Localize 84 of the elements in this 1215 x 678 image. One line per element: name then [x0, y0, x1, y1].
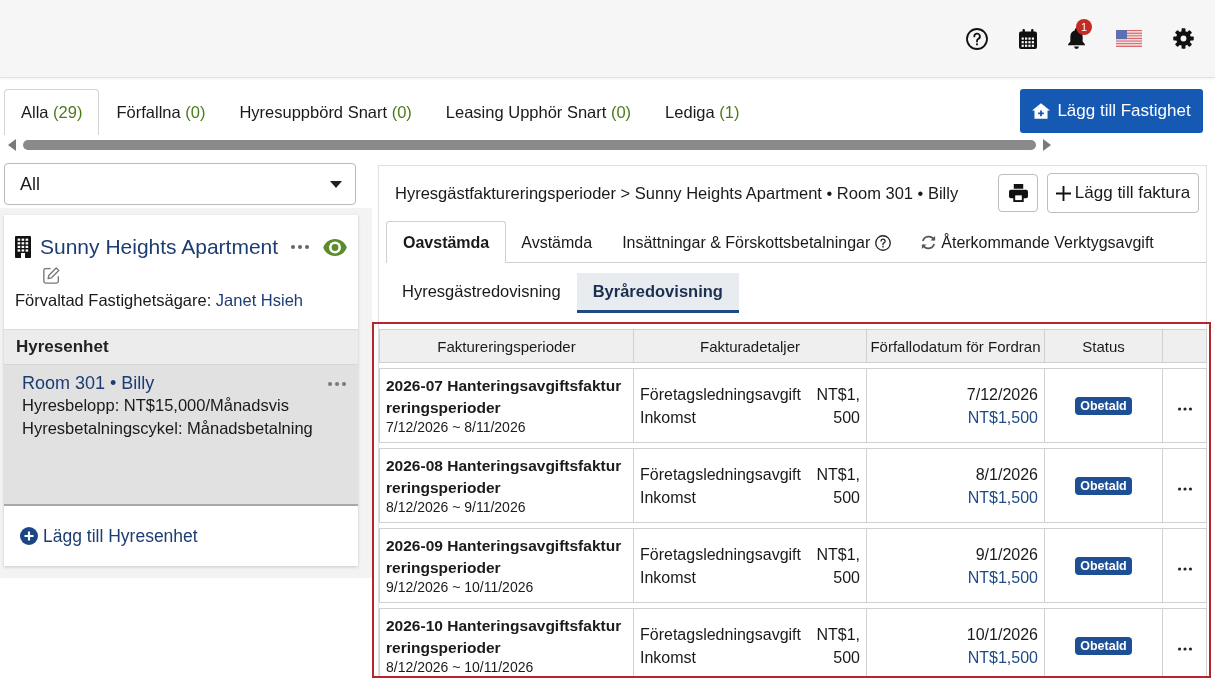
- unit-list-item[interactable]: Room 301 • Billy Hyresbelopp: NT$15,000/Månadsvis Hyresbetalningscykel: Månadsbetalning: [4, 365, 358, 504]
- scrollbar-thumb[interactable]: [23, 140, 1036, 150]
- due-amount: NT$1,500: [966, 487, 1038, 508]
- settings-icon[interactable]: [1173, 28, 1194, 49]
- filter-tab[interactable]: Leasing Upphör Snart (0): [428, 89, 649, 135]
- period-dates: 8/12/2026 ~ 9/11/2026: [386, 499, 527, 516]
- due-amount: NT$1,500: [966, 647, 1038, 668]
- payment-cycle-text: Hyresbetalningscykel: Månadsbetalning: [22, 418, 314, 439]
- add-invoice-button[interactable]: Lägg till faktura: [1047, 173, 1199, 213]
- add-unit-link[interactable]: Lägg till Hyresenhet: [20, 525, 198, 547]
- fee-type: Inkomst: [640, 487, 697, 508]
- property-name[interactable]: Sunny Heights Apartment: [40, 235, 279, 259]
- print-icon: [1008, 184, 1028, 202]
- due-date: 9/1/2026: [974, 544, 1038, 565]
- column-header: Förfallodatum för Fordran: [867, 329, 1045, 363]
- filter-dropdown[interactable]: All: [4, 163, 356, 205]
- plus-icon: [1055, 185, 1071, 201]
- fee-name: Företagsledningsavgift: [640, 544, 801, 565]
- fee-amount: NT$1,500: [815, 624, 860, 668]
- unit-title[interactable]: Room 301 • Billy: [22, 373, 155, 394]
- tab[interactable]: Avstämda: [506, 221, 608, 263]
- fee-type: Inkomst: [640, 647, 697, 668]
- status-badge: Obetald: [1075, 637, 1132, 655]
- house-icon: [1032, 103, 1051, 119]
- column-header: Fakturadetaljer: [634, 329, 867, 363]
- period-dates: 7/12/2026 ~ 8/11/2026: [386, 419, 527, 436]
- rent-text: Hyresbelopp: NT$15,000/Månadsvis: [22, 395, 290, 416]
- tab[interactable]: Återkommande Verktygsavgift: [906, 221, 1169, 263]
- fee-type: Inkomst: [640, 567, 697, 588]
- period-title: 2026-10 Hanteringsavgiftsfaktur reringsperioder: [386, 616, 623, 658]
- help-icon: [875, 234, 892, 251]
- scroll-left-icon[interactable]: [8, 139, 16, 151]
- filter-tab[interactable]: Förfallna (0): [99, 89, 223, 135]
- refresh-icon: [921, 235, 937, 250]
- fee-amount: NT$1,500: [815, 464, 860, 508]
- period-title: 2026-09 Hanteringsavgiftsfaktur reringsperioder: [386, 536, 623, 578]
- status-badge: Obetald: [1075, 477, 1132, 495]
- flag-icon[interactable]: [1116, 30, 1142, 47]
- owner-link[interactable]: Janet Hsieh: [215, 291, 303, 309]
- due-date: 7/12/2026: [965, 384, 1038, 405]
- caret-icon: [330, 180, 342, 188]
- period-title: 2026-08 Hanteringsavgiftsfaktur reringsperioder: [386, 456, 623, 498]
- more-icon[interactable]: [1177, 566, 1192, 571]
- due-date: 8/1/2026: [974, 464, 1038, 485]
- more-icon[interactable]: [1177, 406, 1192, 411]
- status-badge: Obetald: [1075, 557, 1132, 575]
- subtab[interactable]: Hyresgästredovisning: [386, 273, 577, 313]
- more-icon[interactable]: [1177, 646, 1192, 651]
- column-header: [1163, 329, 1207, 363]
- building-icon: [15, 236, 31, 258]
- due-date: 10/1/2026: [965, 624, 1038, 645]
- tab[interactable]: Insättningar & Förskottsbetalningar: [607, 221, 907, 263]
- due-amount: NT$1,500: [966, 407, 1038, 428]
- period-dates: 9/12/2026 ~ 10/11/2026: [386, 579, 535, 596]
- notification-badge: 1: [1076, 19, 1092, 35]
- fee-amount: NT$1,500: [815, 384, 860, 428]
- owner-text: Förvaltad Fastighetsägare: Janet Hsieh: [15, 291, 304, 311]
- status-badge: Obetald: [1075, 397, 1132, 415]
- period-dates: 8/12/2026 ~ 10/11/2026: [386, 659, 535, 676]
- calendar-icon[interactable]: [1019, 28, 1037, 49]
- print-button[interactable]: [998, 174, 1038, 212]
- fee-name: Företagsledningsavgift: [640, 464, 801, 485]
- plus-circle-icon: [20, 527, 38, 545]
- add-property-button[interactable]: Lägg till Fastighet: [1020, 89, 1203, 133]
- eye-icon[interactable]: [323, 238, 347, 256]
- filter-tab[interactable]: Alla (29): [4, 89, 100, 135]
- scroll-right-icon[interactable]: [1043, 139, 1051, 151]
- fee-type: Inkomst: [640, 407, 697, 428]
- more-icon[interactable]: [1177, 486, 1192, 491]
- fee-name: Företagsledningsavgift: [640, 384, 801, 405]
- column-header: Faktureringsperioder: [379, 329, 634, 363]
- fee-name: Företagsledningsavgift: [640, 624, 801, 645]
- breadcrumb: Hyresgästfaktureringsperioder > Sunny Heights Apartment • Room 301 • Billy: [395, 183, 959, 203]
- edit-icon[interactable]: [43, 267, 60, 284]
- help-icon[interactable]: [966, 27, 988, 50]
- filter-tab[interactable]: Hyresuppbörd Snart (0): [222, 89, 429, 135]
- fee-amount: NT$1,500: [815, 544, 860, 588]
- due-amount: NT$1,500: [966, 567, 1038, 588]
- column-header: Status: [1045, 329, 1163, 363]
- period-title: 2026-07 Hanteringsavgiftsfaktur reringsperioder: [386, 376, 623, 418]
- subtab[interactable]: Byråredovisning: [576, 273, 739, 313]
- tab[interactable]: Oavstämda: [386, 221, 507, 263]
- section-heading: Hyresenhet: [4, 329, 358, 364]
- filter-tab[interactable]: Lediga (1): [648, 89, 757, 135]
